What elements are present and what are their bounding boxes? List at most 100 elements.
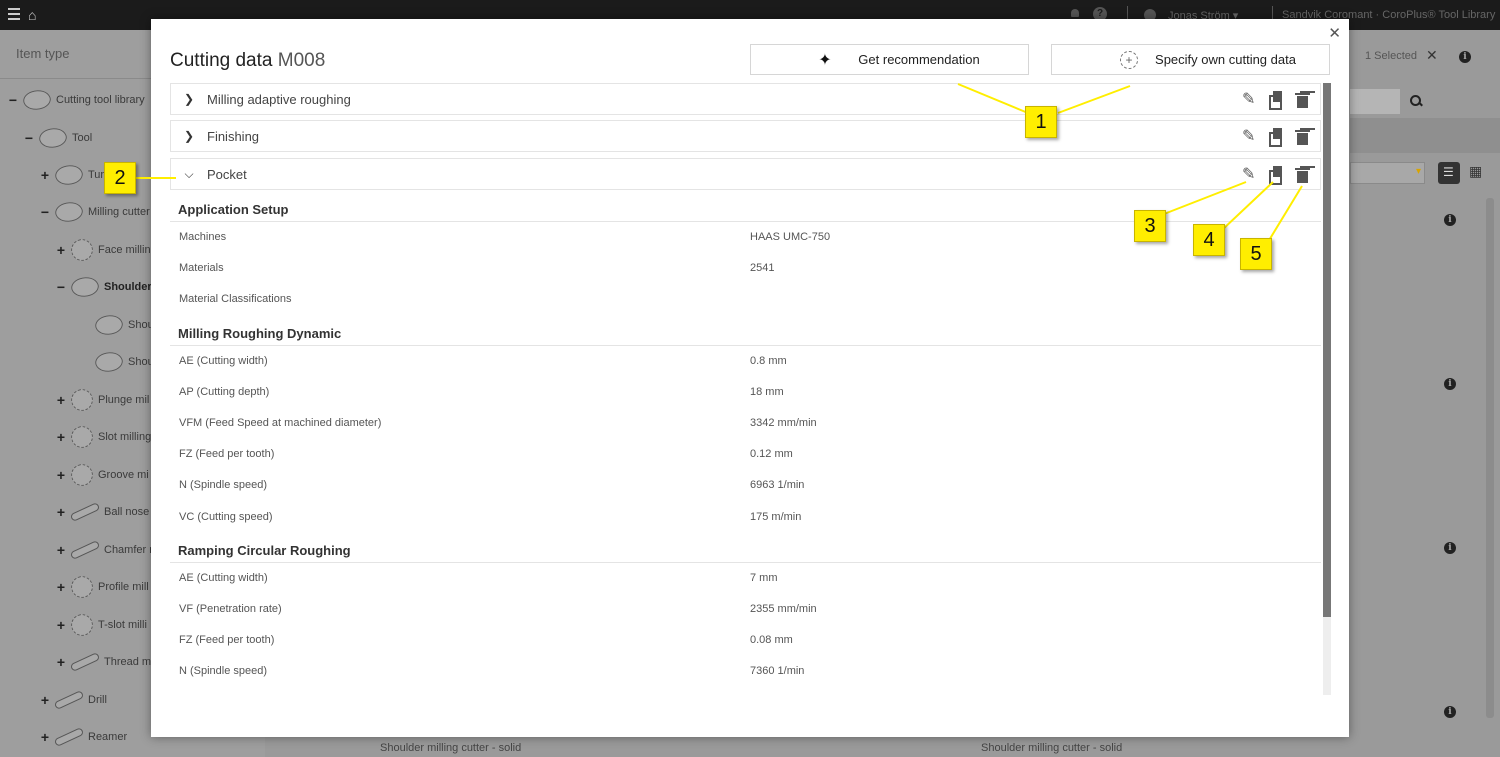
- tree-item-label: Milling cutter: [88, 206, 150, 218]
- tool-thumbnail-icon: [53, 690, 85, 710]
- section-header: Ramping Circular Roughing: [170, 535, 1321, 563]
- grid-view-icon[interactable]: [1465, 162, 1487, 184]
- get-recommendation-label: Get recommendation: [858, 52, 980, 67]
- specify-own-cutting-data-button[interactable]: + Specify own cutting data: [1051, 44, 1330, 75]
- cutting-data-list: ❯Milling adaptive roughing❯Finishing⌵Poc…: [170, 83, 1330, 695]
- search-icon[interactable]: [1410, 95, 1422, 107]
- collapse-icon[interactable]: −: [6, 92, 20, 108]
- accordion-1[interactable]: ❯ Finishing: [170, 120, 1321, 152]
- data-key: VC (Cutting speed): [179, 510, 273, 523]
- tool-thumbnail-icon: [69, 652, 101, 672]
- results-scrollbar[interactable]: [1486, 198, 1494, 718]
- compass-star-icon: ✦: [818, 51, 832, 69]
- expand-icon[interactable]: +: [54, 617, 68, 633]
- dialog-title: Cutting data M008: [170, 50, 325, 72]
- data-key: Machines: [179, 231, 227, 243]
- expand-icon[interactable]: +: [54, 392, 68, 408]
- selected-count: 1 Selected: [1365, 50, 1417, 62]
- tree-item[interactable]: + Ball nose m: [54, 500, 161, 524]
- edit-icon[interactable]: [1240, 126, 1258, 146]
- tree-item[interactable]: + Reamer: [38, 725, 127, 749]
- tree-item[interactable]: + Profile mill: [54, 573, 149, 601]
- edit-icon[interactable]: [1240, 89, 1258, 109]
- tree-item-label: Thread mi: [104, 656, 154, 668]
- home-icon[interactable]: ⌂: [28, 7, 36, 23]
- delete-icon[interactable]: [1294, 128, 1312, 146]
- collapse-icon[interactable]: −: [54, 279, 68, 295]
- delete-icon[interactable]: [1294, 166, 1312, 184]
- tree-item[interactable]: − Tool: [22, 124, 92, 152]
- callout-1: 1: [1025, 106, 1057, 138]
- sort-dropdown[interactable]: [1350, 162, 1425, 184]
- tree-item[interactable]: + Groove mi: [54, 461, 149, 489]
- tool-thumbnail-icon: [68, 423, 96, 451]
- expand-icon[interactable]: +: [54, 242, 68, 258]
- tool-thumbnail-icon: [92, 311, 126, 339]
- tree-item[interactable]: − Cutting tool library: [6, 86, 145, 114]
- data-key: FZ (Feed per tooth): [179, 448, 275, 461]
- expand-icon[interactable]: +: [54, 504, 68, 520]
- tree-item-label: Shoulder: [104, 281, 152, 293]
- copy-icon[interactable]: [1267, 166, 1285, 185]
- tool-thumbnail-icon: [20, 86, 54, 114]
- data-row: Material Classifications: [170, 284, 1321, 314]
- tree-item[interactable]: + Slot milling: [54, 423, 151, 451]
- data-row: AP (Cutting depth) 18 mm: [170, 377, 1321, 407]
- expand-icon[interactable]: +: [54, 429, 68, 445]
- info-icon[interactable]: i: [1444, 214, 1456, 226]
- accordion-2[interactable]: ⌵ Pocket: [170, 158, 1321, 190]
- close-icon[interactable]: ✕: [1328, 24, 1341, 42]
- dialog-title-text: Cutting data: [170, 50, 273, 71]
- tree-item[interactable]: + Face millin: [54, 236, 151, 264]
- tool-thumbnail-icon: [68, 611, 96, 639]
- scrollbar-thumb[interactable]: [1323, 83, 1331, 617]
- section-header: Milling Roughing Dynamic: [170, 318, 1321, 346]
- data-key: VFM (Feed Speed at machined diameter): [179, 417, 382, 429]
- data-key: Material Classifications: [179, 293, 292, 306]
- data-key: AE (Cutting width): [179, 354, 268, 367]
- dialog-scrollbar[interactable]: [1323, 83, 1331, 695]
- tree-item[interactable]: + Turni: [38, 161, 113, 189]
- search-input[interactable]: [1350, 89, 1400, 114]
- tree-item[interactable]: − Shoulder: [54, 273, 152, 301]
- tool-thumbnail-icon: [69, 502, 101, 522]
- tree-item[interactable]: + T-slot milli: [54, 611, 147, 639]
- data-key: FZ (Feed per tooth): [179, 634, 275, 647]
- copy-icon[interactable]: [1267, 128, 1285, 147]
- tree-item-label: Groove mi: [98, 469, 149, 481]
- collapse-icon[interactable]: −: [22, 130, 36, 146]
- info-icon[interactable]: i: [1444, 542, 1456, 554]
- info-icon[interactable]: i: [1459, 51, 1471, 63]
- expand-icon[interactable]: +: [38, 692, 52, 708]
- chevron-right-icon[interactable]: ❯: [171, 129, 207, 143]
- tree-item[interactable]: + Thread mi: [54, 650, 154, 674]
- info-icon[interactable]: i: [1444, 706, 1456, 718]
- delete-icon[interactable]: [1294, 91, 1312, 109]
- callout-2: 2: [104, 162, 136, 194]
- clear-selection-icon[interactable]: ✕: [1426, 47, 1438, 64]
- chevron-down-icon[interactable]: ⌵: [171, 167, 207, 182]
- tree-item[interactable]: + Chamfer m: [54, 538, 158, 562]
- expand-icon[interactable]: +: [54, 579, 68, 595]
- tree-item[interactable]: − Milling cutter: [38, 198, 150, 226]
- expand-icon[interactable]: +: [54, 467, 68, 483]
- tree-item[interactable]: + Plunge mil: [54, 386, 149, 414]
- expand-icon[interactable]: +: [54, 654, 68, 670]
- callout-4: 4: [1193, 224, 1225, 256]
- accordion-label: Finishing: [207, 128, 260, 144]
- copy-icon[interactable]: [1267, 91, 1285, 110]
- chevron-right-icon[interactable]: ❯: [171, 92, 207, 106]
- list-view-icon[interactable]: [1438, 162, 1460, 184]
- info-icon[interactable]: i: [1444, 378, 1456, 390]
- expand-icon[interactable]: +: [38, 167, 52, 183]
- collapse-icon[interactable]: −: [38, 204, 52, 220]
- menu-icon[interactable]: [8, 8, 20, 20]
- accordion-0[interactable]: ❯ Milling adaptive roughing: [170, 83, 1321, 115]
- edit-icon[interactable]: [1240, 164, 1258, 184]
- data-value: 18 mm: [750, 385, 784, 398]
- expand-icon[interactable]: +: [38, 729, 52, 745]
- tree-item[interactable]: + Drill: [38, 688, 107, 712]
- get-recommendation-button[interactable]: ✦ Get recommendation: [750, 44, 1029, 75]
- expand-icon[interactable]: +: [54, 542, 68, 558]
- data-value: 0.8 mm: [750, 354, 787, 367]
